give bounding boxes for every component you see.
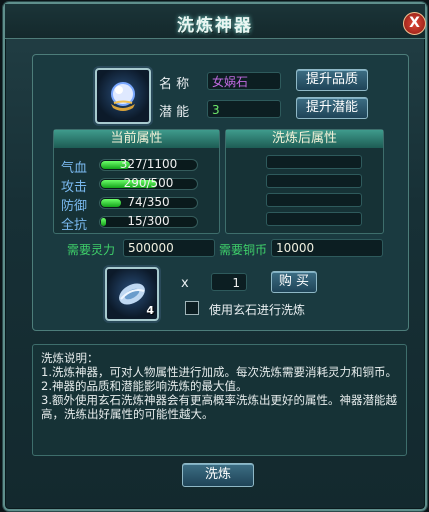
title-bar[interactable]: 洗炼神器 X <box>5 4 426 39</box>
gem-orb-icon <box>95 68 151 124</box>
attr-value-hp: 327/1100 <box>119 157 178 171</box>
refine-window: 洗炼神器 X 名 称 女娲石 提升品质 潜 能 3 提升潜能 当前属性 洗炼后属… <box>3 2 427 511</box>
potential-field: 3 <box>207 100 281 118</box>
after-attr-slot <box>266 174 362 188</box>
after-attrs-title: 洗炼后属性 <box>226 130 383 148</box>
description-box: 洗炼说明： 1.洗炼神器，可对人物属性进行加成。每次洗炼需要消耗灵力和铜币。 2… <box>32 344 407 456</box>
attr-label-resist: 全抗 <box>61 218 88 233</box>
potential-label: 潜 能 <box>159 105 190 120</box>
after-attr-slot <box>266 155 362 169</box>
attr-value-resist: 15/300 <box>127 214 170 228</box>
stone-count: 4 <box>146 304 154 317</box>
quantity-field[interactable]: 1 <box>211 273 247 291</box>
xuan-stone-icon: 4 <box>105 267 159 321</box>
description-line: 3.额外使用玄石洗炼神器会有更高概率洗炼出更好的属性。神器潜能越高，洗练出好属性… <box>41 393 397 421</box>
copper-label: 需要铜币 <box>219 243 268 257</box>
close-button[interactable]: X <box>403 12 426 35</box>
name-field: 女娲石 <box>207 72 281 90</box>
attr-value-attack: 290/500 <box>123 176 174 190</box>
name-label: 名 称 <box>159 77 190 92</box>
description-line: 1.洗炼神器，可对人物属性进行加成。每次洗炼需要消耗灵力和铜币。 <box>41 365 397 379</box>
refine-panel: 名 称 女娲石 提升品质 潜 能 3 提升潜能 当前属性 洗炼后属性 气血 32… <box>32 54 409 331</box>
spirit-label: 需要灵力 <box>67 243 116 257</box>
after-attr-slot <box>266 212 362 226</box>
copper-value: 10000 <box>271 239 383 257</box>
attr-label-defense: 防御 <box>61 199 88 214</box>
use-stone-checkbox[interactable] <box>185 301 199 315</box>
upgrade-quality-button[interactable]: 提升品质 <box>296 69 368 91</box>
attr-value-defense: 74/350 <box>127 195 170 209</box>
multiply-sign: x <box>181 276 189 291</box>
refine-button[interactable]: 洗炼 <box>182 463 254 487</box>
upgrade-potential-button[interactable]: 提升潜能 <box>296 97 368 119</box>
use-stone-label: 使用玄石进行洗炼 <box>209 303 306 317</box>
window-title: 洗炼神器 <box>177 16 253 36</box>
buy-button[interactable]: 购 买 <box>271 271 317 293</box>
current-attrs-title: 当前属性 <box>54 130 219 148</box>
after-attr-slot <box>266 193 362 207</box>
attr-label-hp: 气血 <box>61 161 88 176</box>
attr-label-attack: 攻击 <box>61 180 88 195</box>
description-line: 2.神器的品质和潜能影响洗炼的最大值。 <box>41 379 248 393</box>
spirit-value: 500000 <box>123 239 215 257</box>
description-heading: 洗炼说明： <box>41 351 99 365</box>
